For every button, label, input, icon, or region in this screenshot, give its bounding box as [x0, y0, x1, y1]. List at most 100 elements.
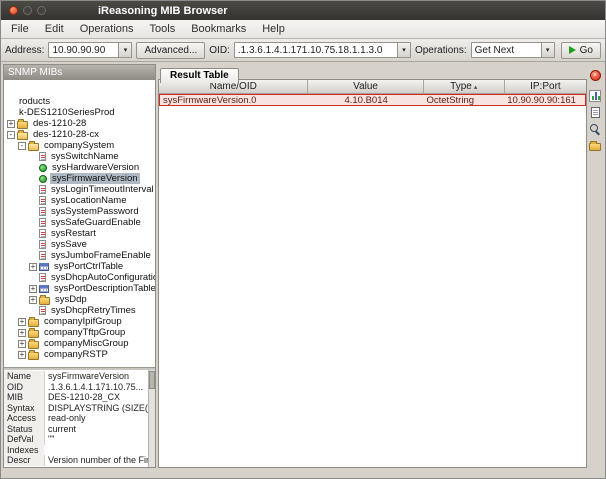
export-icon[interactable]: [591, 107, 600, 118]
graph-icon[interactable]: [589, 90, 601, 102]
menu-tools[interactable]: Tools: [142, 22, 184, 36]
folder-open-icon: [28, 143, 39, 151]
scrollbar-thumb[interactable]: [149, 371, 155, 389]
doc-icon: [39, 185, 46, 194]
tree-item-companyTftpGroup[interactable]: +companyTftpGroup: [4, 327, 155, 338]
tree-item-companyMiscGroup[interactable]: +companyMiscGroup: [4, 338, 155, 349]
tree-item-sysHardwareVersion[interactable]: sysHardwareVersion: [4, 162, 155, 173]
property-row-Syntax: SyntaxDISPLAYSTRING (SIZE(1...: [4, 403, 148, 414]
property-row-Descr: DescrVersion number of the Fir...: [4, 455, 148, 466]
column-header-type[interactable]: Type ▴: [424, 80, 505, 93]
expand-icon[interactable]: +: [18, 340, 26, 348]
menu-help[interactable]: Help: [254, 22, 293, 36]
go-button[interactable]: Go: [561, 42, 601, 59]
expand-icon[interactable]: +: [7, 120, 15, 128]
menu-bookmarks[interactable]: Bookmarks: [183, 22, 254, 36]
green-icon: [39, 164, 47, 172]
property-label: Name: [4, 371, 44, 382]
operations-label: Operations:: [415, 45, 467, 56]
result-main: Result Table Name/OID Value Type ▴: [158, 64, 587, 468]
address-label: Address:: [5, 45, 44, 56]
maximize-icon[interactable]: [37, 6, 46, 15]
menubar: File Edit Operations Tools Bookmarks Hel…: [1, 20, 605, 39]
oid-dropdown-icon[interactable]: ▾: [397, 43, 410, 57]
tree-item-sysSystemPassword[interactable]: sysSystemPassword: [4, 206, 155, 217]
address-dropdown-icon[interactable]: ▾: [118, 43, 131, 57]
tree-item-sysDhcpRetryTimes[interactable]: sysDhcpRetryTimes: [4, 305, 155, 316]
property-value: DISPLAYSTRING (SIZE(1...: [44, 403, 148, 414]
address-value[interactable]: 10.90.90.90: [49, 45, 118, 56]
tree-item-sysLocationName[interactable]: sysLocationName: [4, 195, 155, 206]
operations-dropdown-icon[interactable]: ▾: [541, 43, 554, 57]
main-area: SNMP MIBs roductsk-DES1210SeriesProd+des…: [1, 62, 605, 470]
tree-item-label: sysSystemPassword: [49, 206, 141, 217]
oid-value[interactable]: .1.3.6.1.4.1.171.10.75.18.1.1.3.0: [235, 45, 397, 56]
expand-icon[interactable]: +: [29, 263, 37, 271]
tree-item-label: sysSave: [49, 239, 89, 250]
minimize-icon[interactable]: [23, 6, 32, 15]
tree-item-sysPortDescriptionTable[interactable]: +sysPortDescriptionTable: [4, 283, 155, 294]
cell-value: 4.10.B014: [309, 95, 424, 106]
expand-icon[interactable]: +: [18, 351, 26, 359]
tree-item-label: des-1210-28-cx: [31, 129, 101, 140]
tree-item-sysPortCtrlTable[interactable]: +sysPortCtrlTable: [4, 261, 155, 272]
clear-icon[interactable]: [590, 70, 601, 81]
tree-item-companyIpifGroup[interactable]: +companyIpifGroup: [4, 316, 155, 327]
tree-item-sysDhcpAutoConfiguration[interactable]: sysDhcpAutoConfiguration: [4, 272, 155, 283]
tree-item-companyRSTP[interactable]: + companyRSTP: [4, 349, 155, 360]
folder-icon: [28, 341, 39, 349]
operations-combo[interactable]: Get Next ▾: [471, 42, 555, 58]
expand-icon[interactable]: +: [29, 296, 37, 304]
properties-area: NamesysFirmwareVersionOID.1.3.6.1.4.1.17…: [4, 370, 155, 467]
titlebar[interactable]: iReasoning MIB Browser: [1, 1, 605, 20]
collapse-icon[interactable]: -: [7, 131, 15, 139]
folder-icon: [28, 330, 39, 338]
property-label: MIB: [4, 392, 44, 403]
tree-item-k-DES1210SeriesProd[interactable]: k-DES1210SeriesProd: [4, 107, 155, 118]
tree-item-des-1210-28[interactable]: + des-1210-28: [4, 118, 155, 129]
advanced-button[interactable]: Advanced...: [136, 42, 205, 59]
properties-scrollbar[interactable]: [148, 370, 155, 467]
tree-item-des-1210-28-cx[interactable]: - des-1210-28-cx: [4, 129, 155, 140]
property-label: Access: [4, 413, 44, 424]
column-header-ip-port[interactable]: IP:Port: [505, 80, 586, 93]
menu-operations[interactable]: Operations: [72, 22, 142, 36]
tree-item-label: des-1210-28: [31, 118, 88, 129]
tree-item-label: sysLocationName: [49, 195, 129, 206]
tree-item-companySystem[interactable]: -companySystem: [4, 140, 155, 151]
expand-icon[interactable]: +: [18, 318, 26, 326]
close-icon[interactable]: [9, 6, 18, 15]
tree-item-sysJumboFrameEnable[interactable]: sysJumboFrameEnable: [4, 250, 155, 261]
tree-item-sysFirmwareVersion[interactable]: sysFirmwareVersion: [4, 173, 155, 184]
oid-combo[interactable]: .1.3.6.1.4.1.171.10.75.18.1.1.3.0 ▾: [234, 42, 411, 58]
property-value: DES-1210-28_CX: [44, 392, 148, 403]
operations-value[interactable]: Get Next: [472, 45, 541, 56]
property-label: Descr: [4, 455, 44, 466]
tree-item-label: sysLoginTimeoutInterval: [49, 184, 155, 195]
collapse-icon[interactable]: -: [18, 142, 26, 150]
tree-item-sysSave[interactable]: sysSave: [4, 239, 155, 250]
tree-item-label: roducts: [17, 96, 52, 107]
tab-result-table[interactable]: Result Table: [160, 68, 239, 83]
address-combo[interactable]: 10.90.90.90 ▾: [48, 42, 132, 58]
go-arrow-icon: [569, 46, 576, 54]
app-window: iReasoning MIB Browser File Edit Operati…: [0, 0, 606, 479]
property-row-OID: OID.1.3.6.1.4.1.171.10.75...: [4, 382, 148, 393]
tree-item-label: companyRSTP: [42, 349, 110, 360]
expand-icon[interactable]: +: [18, 329, 26, 337]
menu-file[interactable]: File: [3, 22, 37, 36]
tree-item-sysSafeGuardEnable[interactable]: sysSafeGuardEnable: [4, 217, 155, 228]
tree-item-sysRestart[interactable]: sysRestart: [4, 228, 155, 239]
menu-edit[interactable]: Edit: [37, 22, 72, 36]
expand-icon[interactable]: +: [29, 285, 37, 293]
column-header-value[interactable]: Value: [308, 80, 423, 93]
result-row[interactable]: sysFirmwareVersion.0 4.10.B014 OctetStri…: [159, 94, 586, 106]
open-folder-icon[interactable]: [589, 143, 601, 151]
go-label: Go: [580, 45, 593, 56]
tree-item-sysSwitchName[interactable]: sysSwitchName: [4, 151, 155, 162]
tree-item-roducts[interactable]: roducts: [4, 96, 155, 107]
doc-icon: [39, 273, 46, 282]
tree-item-sysDdp[interactable]: +sysDdp: [4, 294, 155, 305]
find-icon[interactable]: [589, 123, 601, 135]
tree-item-sysLoginTimeoutInterval[interactable]: sysLoginTimeoutInterval: [4, 184, 155, 195]
